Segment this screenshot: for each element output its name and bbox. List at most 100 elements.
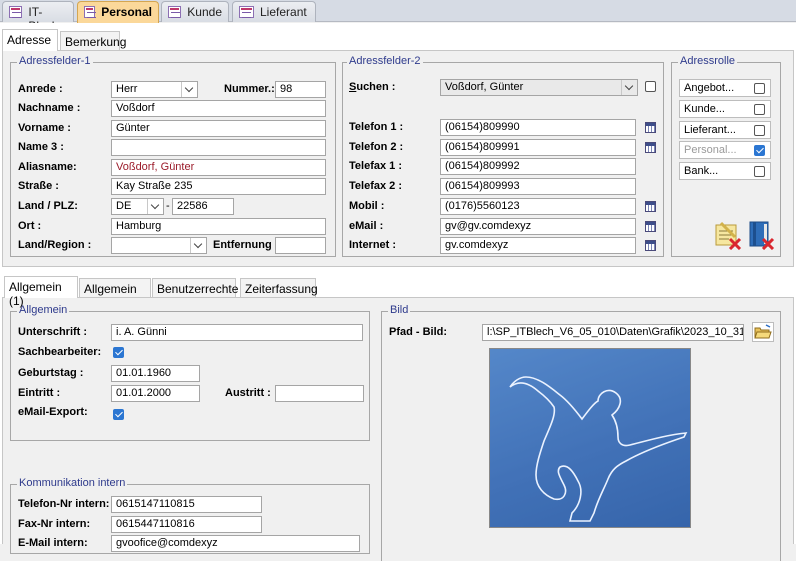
region-label: Land/Region :	[18, 239, 92, 251]
personal-button: Personal...	[679, 141, 771, 159]
email-book-icon[interactable]	[645, 221, 656, 232]
tabpage-adresse: Adressfelder-1 Anrede : Herr Nummer.: 98…	[2, 50, 794, 267]
bank-button[interactable]: Bank...	[679, 162, 771, 180]
internet-field[interactable]: gv.comdexyz	[440, 237, 636, 254]
group-adressfelder-1: Adressfelder-1 Anrede : Herr Nummer.: 98…	[10, 55, 336, 257]
telefax1-field[interactable]: (06154)809992	[440, 158, 636, 175]
suchen-combo[interactable]: Voßdorf, Günter	[440, 79, 638, 96]
austritt-field[interactable]	[275, 385, 364, 402]
aliasname-field[interactable]: Voßdorf, Günter	[111, 159, 326, 176]
sachbearbeiter-label: Sachbearbeiter:	[18, 346, 102, 358]
telefax1-label: Telefax 1 :	[349, 160, 402, 172]
group-legend: Kommunikation intern	[17, 477, 128, 489]
email-field[interactable]: gv@gv.comdexyz	[440, 218, 636, 235]
telefon-intern-field[interactable]: 0615147110815	[111, 496, 262, 513]
eintritt-label: Eintritt :	[18, 387, 61, 399]
group-legend: Adressfelder-2	[347, 55, 423, 67]
form-icon	[84, 6, 97, 18]
fax-intern-label: Fax-Nr intern:	[18, 518, 91, 530]
name3-label: Name 3 :	[18, 141, 64, 153]
land-combo[interactable]: DE	[111, 198, 164, 215]
kunde-button[interactable]: Kunde...	[679, 100, 771, 118]
name3-field[interactable]	[111, 139, 326, 156]
suchen-label: Suchen :	[349, 81, 396, 93]
tab-adresse[interactable]: Adresse	[2, 29, 58, 51]
tabpage-allgemein-1: Allgemein Unterschrift : i. A. Günni Sac…	[2, 297, 794, 561]
tab-zeiterfassung[interactable]: Zeiterfassung	[240, 278, 318, 297]
doctab-it-blech[interactable]: IT-Blech	[2, 1, 74, 33]
form-area: Adresse Bemerkung Adressfelder-1 Anrede …	[0, 23, 796, 561]
telefax2-label: Telefax 2 :	[349, 180, 402, 192]
angebot-checkbox[interactable]	[754, 83, 765, 94]
document-tab-bar: IT-Blech Personal Kunde Lieferant	[0, 0, 796, 33]
delete-note-icon[interactable]	[713, 220, 743, 251]
doctab-kunde[interactable]: Kunde	[161, 1, 229, 22]
land-plz-label: Land / PLZ:	[18, 200, 78, 212]
group-adressfelder-2: Adressfelder-2 Suchen : Voßdorf, Günter …	[342, 55, 664, 257]
vorname-field[interactable]: Günter	[111, 120, 326, 137]
austritt-label: Austritt :	[225, 387, 271, 399]
telefon1-field[interactable]: (06154)809990	[440, 119, 636, 136]
delete-book-icon[interactable]	[746, 220, 776, 251]
geburtstag-field[interactable]: 01.01.1960	[111, 365, 200, 382]
region-combo[interactable]	[111, 237, 207, 254]
pfad-bild-field[interactable]: l:\SP_ITBlech_V6_05_010\Daten\Grafik\202…	[482, 324, 744, 341]
strasse-field[interactable]: Kay Straße 235	[111, 178, 326, 195]
chevron-down-icon[interactable]	[181, 82, 197, 97]
form-icon	[239, 6, 254, 18]
telefax2-field[interactable]: (06154)809993	[440, 178, 636, 195]
email-export-checkbox[interactable]	[113, 409, 124, 420]
sachbearbeiter-checkbox[interactable]	[113, 347, 124, 358]
lieferant-checkbox[interactable]	[754, 125, 765, 136]
phone-book-icon[interactable]	[645, 201, 656, 212]
pfad-bild-label: Pfad - Bild:	[389, 326, 448, 338]
phone-book-icon[interactable]	[645, 122, 656, 133]
bank-checkbox[interactable]	[754, 166, 765, 177]
email-export-label: eMail-Export:	[18, 406, 88, 418]
group-allgemein: Allgemein Unterschrift : i. A. Günni Sac…	[10, 304, 370, 441]
nachname-field[interactable]: Voßdorf	[111, 100, 326, 117]
anrede-label: Anrede :	[18, 83, 63, 95]
web-book-icon[interactable]	[645, 240, 656, 251]
telefon2-field[interactable]: (06154)809991	[440, 139, 636, 156]
tab-allgemein-2[interactable]: Allgemein (2)	[79, 278, 151, 310]
anrede-combo[interactable]: Herr	[111, 81, 198, 98]
eintritt-field[interactable]: 01.01.2000	[111, 385, 200, 402]
email-label: eMail :	[349, 220, 384, 232]
kunde-checkbox[interactable]	[754, 104, 765, 115]
plz-field[interactable]: 22586	[172, 198, 234, 215]
form-icon	[168, 6, 182, 18]
unterschrift-field[interactable]: i. A. Günni	[111, 324, 363, 341]
strasse-label: Straße :	[18, 180, 59, 192]
doctab-personal[interactable]: Personal	[77, 1, 159, 23]
internet-label: Internet :	[349, 239, 397, 251]
group-legend: Allgemein	[17, 304, 70, 316]
phone-book-icon[interactable]	[645, 142, 656, 153]
open-folder-icon	[754, 324, 772, 339]
chevron-down-icon[interactable]	[621, 80, 637, 95]
angebot-button[interactable]: Angebot...	[679, 79, 771, 97]
fax-intern-field[interactable]: 0615447110816	[111, 516, 262, 533]
suchen-checkbox[interactable]	[645, 81, 656, 92]
vorname-label: Vorname :	[18, 122, 71, 134]
doctab-lieferant[interactable]: Lieferant	[232, 1, 316, 22]
chevron-down-icon[interactable]	[147, 199, 163, 214]
plz-separator: -	[166, 200, 170, 212]
open-folder-button[interactable]	[752, 322, 774, 342]
ort-field[interactable]: Hamburg	[111, 218, 326, 235]
group-legend: Bild	[388, 304, 411, 316]
chevron-down-icon[interactable]	[190, 238, 206, 253]
entfernung-field[interactable]	[275, 237, 326, 254]
tab-benutzerrechte[interactable]: Benutzerrechte	[152, 278, 238, 297]
lieferant-button[interactable]: Lieferant...	[679, 121, 771, 139]
nummer-field[interactable]: 98	[275, 81, 326, 98]
telefon1-label: Telefon 1 :	[349, 121, 404, 133]
group-bild: Bild Pfad - Bild: l:\SP_ITBlech_V6_05_01…	[381, 304, 781, 561]
personal-checkbox[interactable]	[754, 145, 765, 156]
group-legend: Adressfelder-1	[17, 55, 93, 67]
tab-bemerkung[interactable]: Bemerkung	[60, 31, 126, 50]
telefon2-label: Telefon 2 :	[349, 141, 404, 153]
tab-allgemein-1[interactable]: Allgemein (1)	[4, 276, 78, 308]
mobil-label: Mobil :	[349, 200, 385, 212]
mobil-field[interactable]: (0176)5560123	[440, 198, 636, 215]
